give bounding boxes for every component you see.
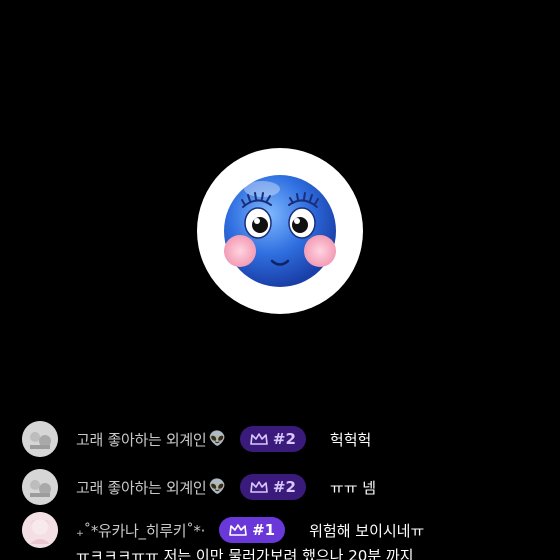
streamer-profile-image[interactable] xyxy=(197,148,363,314)
chat-username[interactable]: ₊˚*유카나_히루키˚*· xyxy=(76,520,205,541)
avatar[interactable] xyxy=(22,512,58,548)
chat-message-text: 헉헉헉 xyxy=(329,430,372,449)
live-stream-screen: 고래 좋아하는 외계인 👽 #2 헉헉헉 고래 좋아하는 외계인 👽 #2 ㅠㅠ… xyxy=(0,0,560,560)
chat-message-row[interactable]: 고래 좋아하는 외계인 👽 #2 헉헉헉 xyxy=(22,421,371,457)
chat-message-row[interactable]: ₊˚*유카나_히루키˚*· #1 위험해 보이시네ㅠ xyxy=(22,512,424,548)
crown-icon xyxy=(250,481,268,493)
chat-message-text: ㅠㅠ 넴 xyxy=(329,478,377,497)
alien-emoji-icon: 👽 xyxy=(208,431,226,447)
user-avatar-image xyxy=(22,469,58,505)
avatar[interactable] xyxy=(22,421,58,457)
rank-badge: #2 xyxy=(239,426,306,452)
avatar[interactable] xyxy=(22,469,58,505)
rank-badge-label: #2 xyxy=(272,430,296,448)
user-avatar-image xyxy=(22,421,58,457)
rank-badge-label: #1 xyxy=(252,521,276,539)
chat-username[interactable]: 고래 좋아하는 외계인 xyxy=(76,477,207,498)
chat-username[interactable]: 고래 좋아하는 외계인 xyxy=(76,429,207,450)
blue-blushing-smiley-icon xyxy=(224,175,336,287)
crown-icon xyxy=(229,524,247,536)
crown-icon xyxy=(250,433,268,445)
user-avatar-image xyxy=(22,512,58,548)
rank-badge: #1 xyxy=(219,517,286,543)
alien-emoji-icon: 👽 xyxy=(208,479,226,495)
chat-message-row[interactable]: 고래 좋아하는 외계인 👽 #2 ㅠㅠ 넴 xyxy=(22,469,376,505)
chat-message-text: 위험해 보이시네ㅠ xyxy=(309,521,425,540)
rank-badge-label: #2 xyxy=(272,478,296,496)
rank-badge: #2 xyxy=(239,474,306,500)
chat-message-text-continued: ㅠㅋㅋㅋㅠㅠ 저는 이만 물러가보려 했으나 20분 까지 xyxy=(76,547,414,560)
